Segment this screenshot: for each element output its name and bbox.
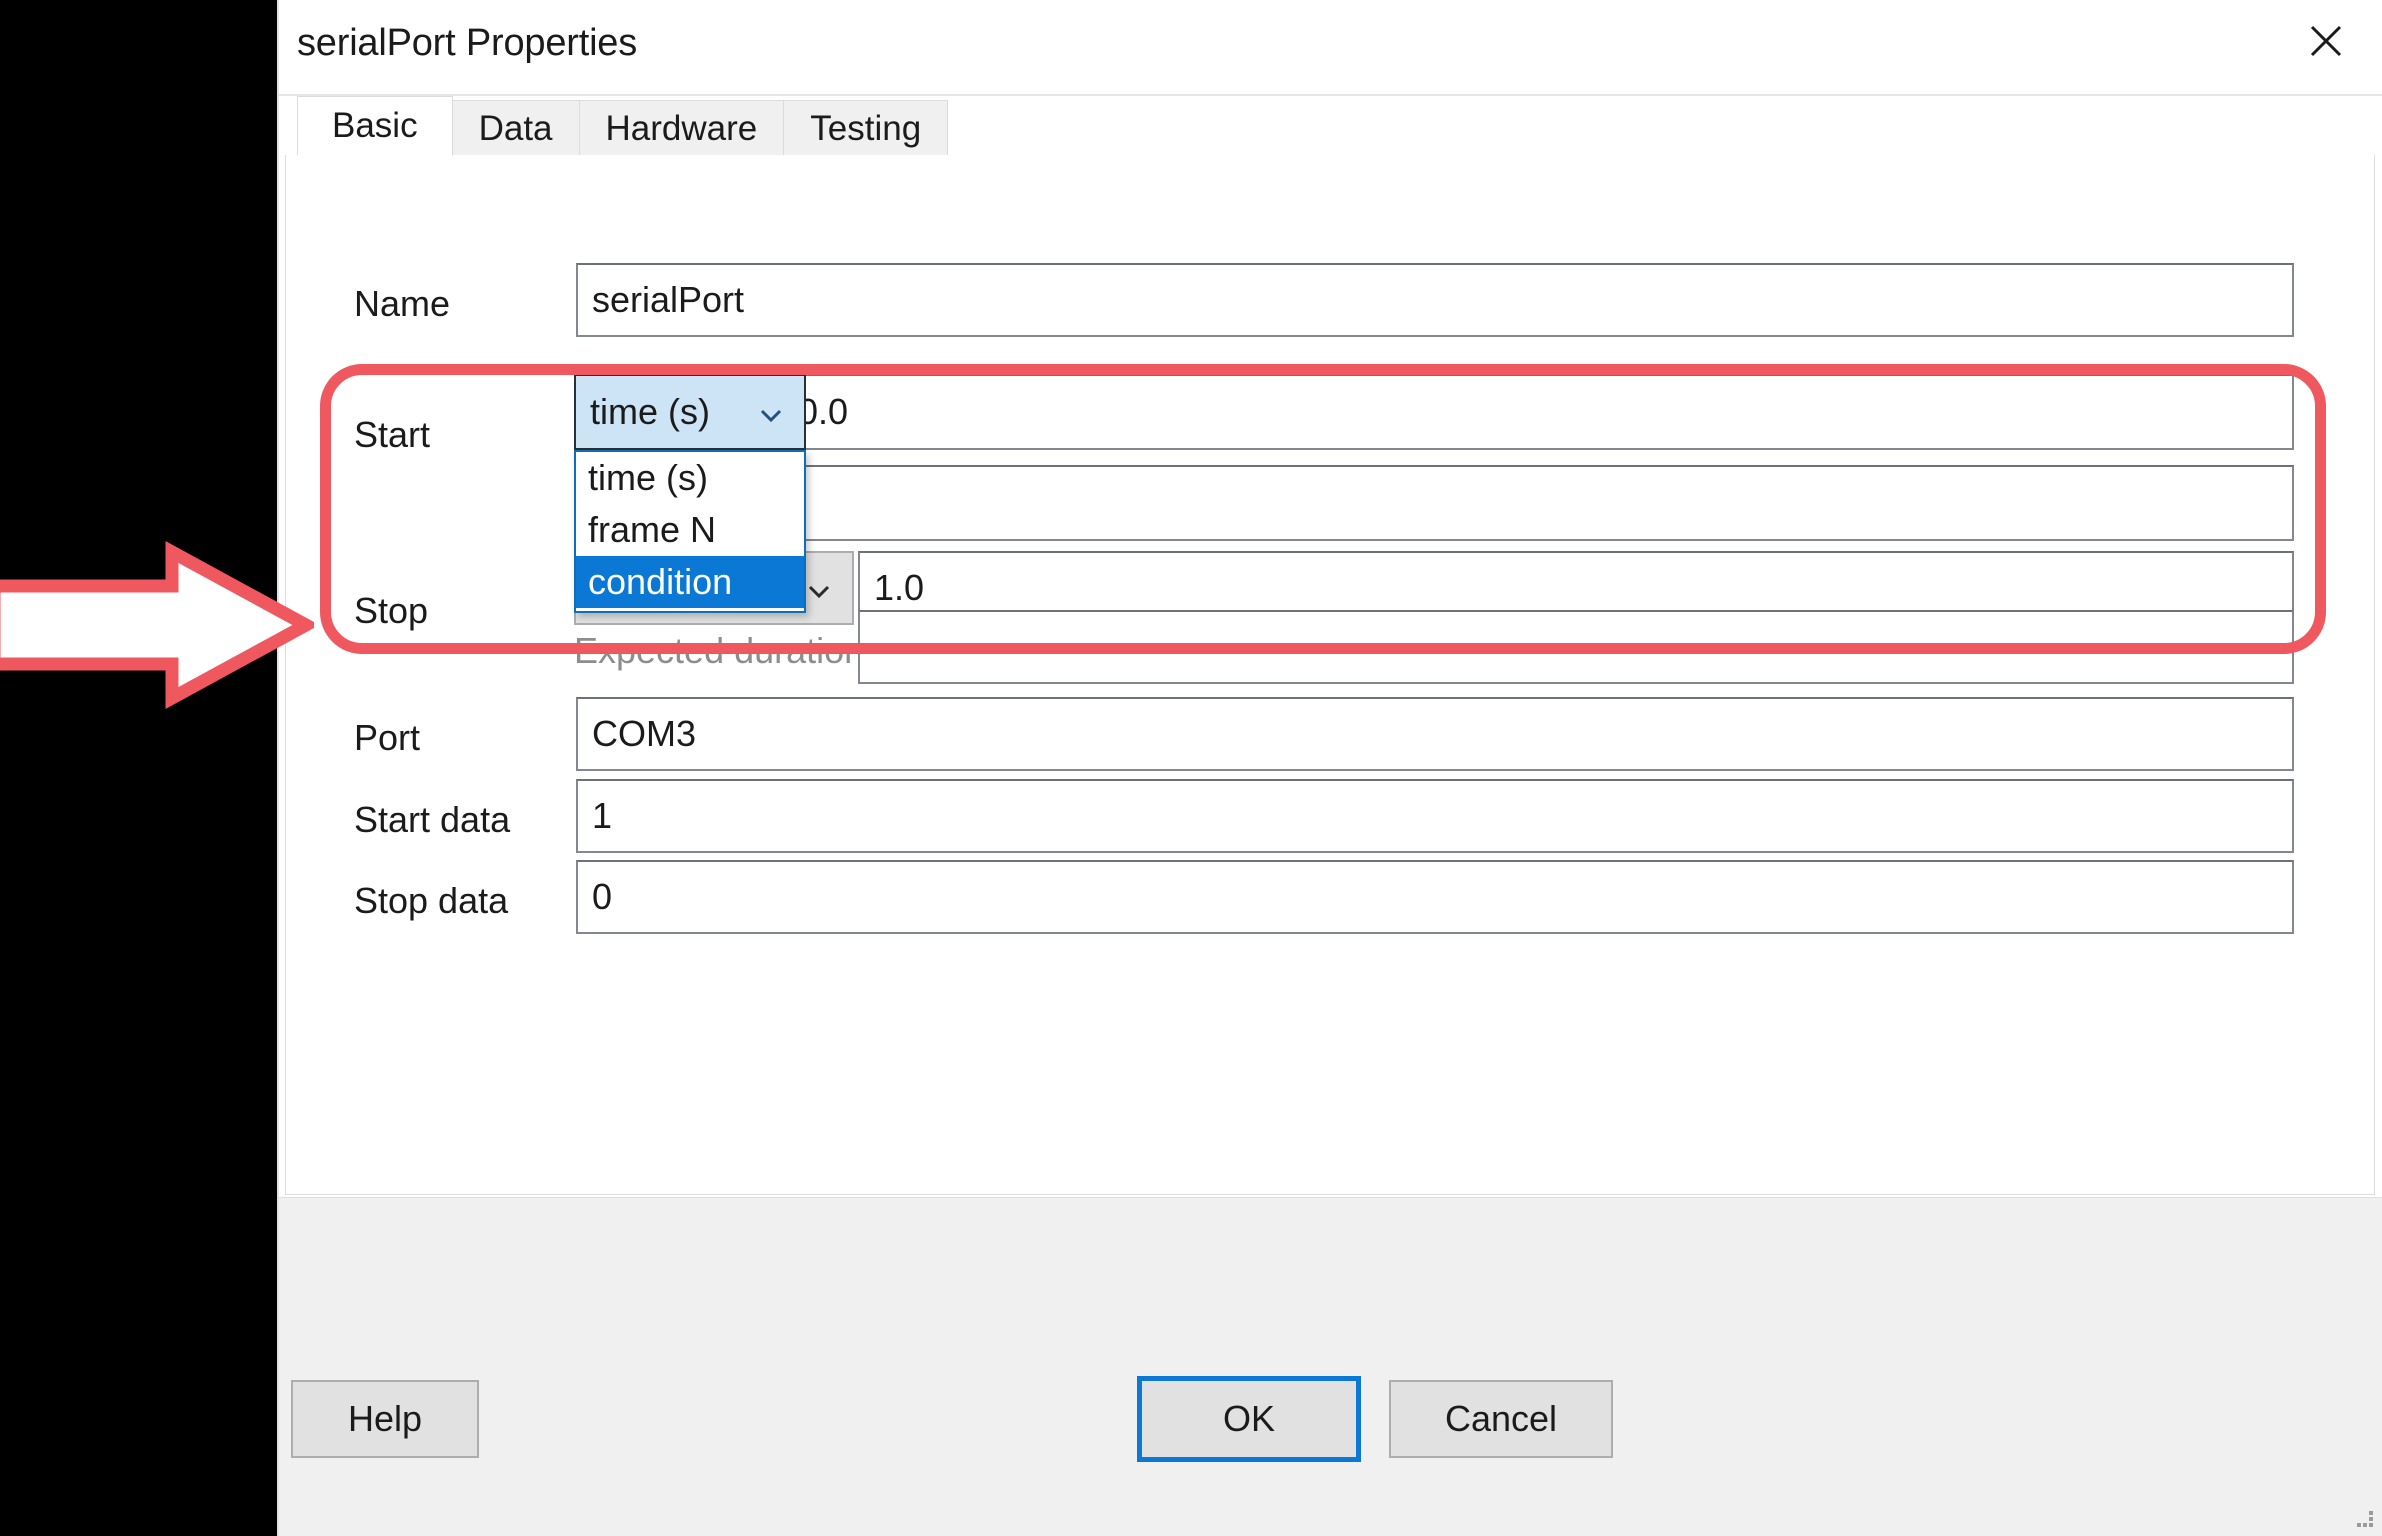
tab-testing-label: Testing xyxy=(810,108,922,148)
chevron-down-icon xyxy=(804,573,834,603)
start-type-combobox[interactable]: time (s) xyxy=(574,374,806,450)
expected-duration-label: Expected duration (s) xyxy=(574,630,917,671)
tab-hardware[interactable]: Hardware xyxy=(578,100,785,156)
dropdown-option-frame-label: frame N xyxy=(588,509,717,550)
dropdown-option-frame[interactable]: frame N xyxy=(576,504,804,556)
tab-hardware-label: Hardware xyxy=(605,108,758,148)
start-type-dropdown-list[interactable]: time (s) frame N condition xyxy=(574,450,806,613)
start-data-input[interactable]: 1 xyxy=(576,779,2294,853)
tab-data[interactable]: Data xyxy=(451,100,580,156)
dialog-footer: Help OK Cancel xyxy=(279,1197,2382,1536)
start-value-input[interactable]: 0.0 xyxy=(782,374,2294,450)
chevron-down-icon xyxy=(756,397,786,427)
stop-data-input[interactable]: 0 xyxy=(576,860,2294,934)
serialport-properties-dialog: serialPort Properties Basic Data Hardwar… xyxy=(277,0,2382,1536)
tab-list: Basic Data Hardware Testing xyxy=(297,96,949,156)
ok-button[interactable]: OK xyxy=(1137,1376,1361,1462)
stop-data-label: Stop data xyxy=(354,880,509,921)
dropdown-option-time[interactable]: time (s) xyxy=(576,452,804,504)
tab-basic-label: Basic xyxy=(332,106,418,145)
basic-tab-pane: Name serialPort Start 0.0 time (s) time … xyxy=(285,155,2375,1195)
expected-duration-input[interactable] xyxy=(858,610,2294,684)
help-button-label: Help xyxy=(347,1398,423,1439)
name-input[interactable]: serialPort xyxy=(576,263,2294,337)
port-label: Port xyxy=(354,717,421,758)
ok-button-label: OK xyxy=(1222,1398,1275,1439)
tab-data-label: Data xyxy=(478,108,553,148)
name-label: Name xyxy=(354,283,451,324)
cancel-button[interactable]: Cancel xyxy=(1389,1380,1613,1458)
cancel-button-label: Cancel xyxy=(1444,1398,1558,1439)
dropdown-option-condition[interactable]: condition xyxy=(576,556,804,608)
dialog-title: serialPort Properties xyxy=(297,22,638,64)
dropdown-option-condition-label: condition xyxy=(588,561,733,602)
port-input[interactable]: COM3 xyxy=(576,697,2294,771)
start-expected-input[interactable] xyxy=(576,465,2294,541)
resize-grip-icon[interactable] xyxy=(2350,1504,2376,1530)
dialog-titlebar: serialPort Properties xyxy=(279,0,2382,94)
dropdown-option-time-label: time (s) xyxy=(588,457,708,498)
screen: serialPort Properties Basic Data Hardwar… xyxy=(0,0,2382,1536)
stop-data-value: 0 xyxy=(592,876,613,917)
tabstrip: Basic Data Hardware Testing xyxy=(279,94,2382,156)
close-icon[interactable] xyxy=(2286,6,2366,76)
start-data-value: 1 xyxy=(592,795,613,836)
stop-value-text: 1.0 xyxy=(874,567,925,608)
tab-testing[interactable]: Testing xyxy=(783,100,949,156)
tab-basic[interactable]: Basic xyxy=(297,96,453,156)
stop-label: Stop xyxy=(354,590,429,631)
start-label: Start xyxy=(354,414,431,455)
name-input-value: serialPort xyxy=(592,279,745,320)
help-button[interactable]: Help xyxy=(291,1380,479,1458)
desktop-backdrop xyxy=(0,0,277,1536)
start-type-value: time (s) xyxy=(590,391,710,432)
start-data-label: Start data xyxy=(354,799,511,840)
port-input-value: COM3 xyxy=(592,713,697,754)
